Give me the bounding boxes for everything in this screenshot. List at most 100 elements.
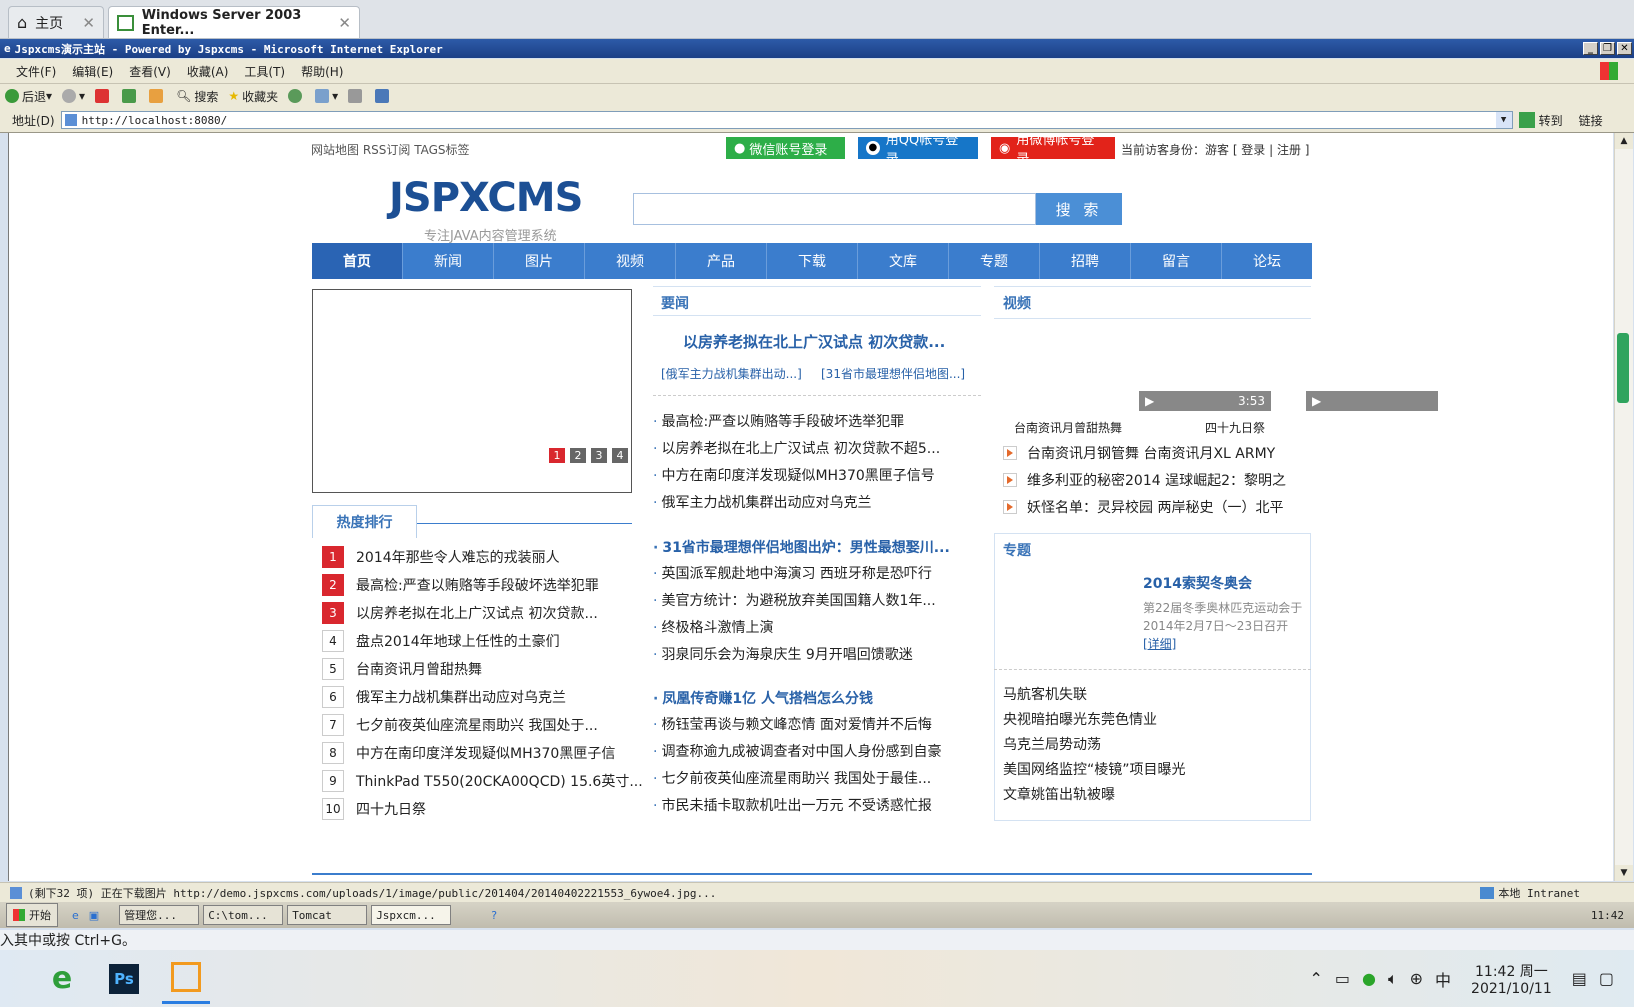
edge-app-icon[interactable]: e (38, 955, 86, 1003)
home-button[interactable] (144, 89, 171, 103)
wechat-login-button[interactable]: ● 微信账号登录 (726, 137, 845, 159)
nav-item-library[interactable]: 文库 (858, 243, 949, 279)
start-button[interactable]: 开始 (6, 903, 58, 927)
news-item[interactable]: 以房养老拟在北上广汉试点 初次贷款不超5... (653, 438, 940, 458)
video-player-bar[interactable]: ▶ 3:53 (1139, 391, 1271, 411)
host-tab-home[interactable]: ⌂ 主页 ✕ (8, 6, 104, 38)
special-link[interactable]: 文章姚笛出轨被曝 (1003, 784, 1115, 804)
nav-item-images[interactable]: 图片 (494, 243, 585, 279)
close-window-button[interactable]: ✕ (1617, 42, 1632, 55)
clock[interactable]: 11:42 周一 2021/10/11 (1471, 961, 1552, 997)
stop-button[interactable] (90, 89, 117, 103)
video-list-item[interactable]: 台南资讯月钢管舞 台南资讯月XL ARMY (1003, 443, 1275, 463)
special-link[interactable]: 美国网络监控“棱镜”项目曝光 (1003, 759, 1186, 779)
qq-login-button[interactable]: ● 用QQ帐号登录 (858, 133, 978, 167)
nav-item-messages[interactable]: 留言 (1131, 243, 1222, 279)
rank-row[interactable]: 4 盘点2014年地球上任性的土豪们 (322, 629, 560, 653)
taskbar-item[interactable]: Tomcat (287, 905, 368, 925)
taskbar-item[interactable]: C:\tom... (203, 905, 284, 925)
ime-indicator[interactable]: 中 (1435, 967, 1451, 991)
vertical-scrollbar[interactable]: ▲ ▼ (1614, 133, 1633, 881)
nav-item-news[interactable]: 新闻 (403, 243, 494, 279)
refresh-button[interactable] (117, 89, 144, 103)
rank-row[interactable]: 3 以房养老拟在北上广汉试点 初次贷款... (322, 601, 598, 625)
special-link[interactable]: 马航客机失联 (1003, 684, 1087, 704)
news-sub-link[interactable]: [俄军主力战机集群出动...] (661, 365, 802, 382)
slider-dot[interactable]: 4 (612, 448, 628, 463)
news-item[interactable]: 市民未插卡取款机吐出一万元 不受诱惑忙报 (653, 795, 931, 815)
nav-item-download[interactable]: 下载 (767, 243, 858, 279)
scroll-thumb[interactable] (1617, 333, 1629, 403)
volume-icon[interactable]: 🔈︎ (1388, 969, 1398, 989)
news-headline[interactable]: 以房养老拟在北上广汉试点 初次贷款... (683, 331, 945, 352)
news-item[interactable]: 七夕前夜英仙座流星雨助兴 我国处于最佳... (653, 768, 931, 788)
nav-item-home[interactable]: 首页 (312, 243, 403, 279)
taskbar-item[interactable]: 管理您... (119, 905, 200, 925)
play-icon[interactable]: ▶ (1312, 394, 1321, 408)
rank-row[interactable]: 10 四十九日祭 (322, 797, 426, 821)
print-button[interactable] (343, 89, 370, 103)
news-item[interactable]: 调查称逾九成被调查者对中国人身份感到自豪 (653, 741, 941, 761)
play-icon[interactable]: ▶ (1145, 394, 1154, 408)
restore-button[interactable]: ❐ (1600, 42, 1615, 55)
mail-button[interactable]: ▾ (310, 89, 343, 103)
desktop-quicklaunch-icon[interactable]: ▣ (89, 909, 99, 922)
links-button[interactable]: 链接 (1579, 112, 1603, 129)
go-button[interactable]: 转到 (1518, 112, 1563, 129)
news-item[interactable]: 俄军主力战机集群出动应对乌克兰 (653, 492, 871, 512)
network-icon[interactable]: ⊕ (1410, 969, 1423, 988)
security-icon[interactable]: ● (1362, 969, 1376, 988)
special-link[interactable]: 央视暗拍曝光东莞色情业 (1003, 709, 1157, 729)
menu-view[interactable]: 查看(V) (121, 63, 179, 80)
scroll-up-icon[interactable]: ▲ (1615, 133, 1633, 149)
video-caption[interactable]: 四十九日祭 (1205, 419, 1265, 436)
news-item[interactable]: 美官方统计：为避税放弃美国国籍人数1年... (653, 590, 935, 610)
site-logo[interactable]: JSPXCMS (389, 175, 583, 221)
rank-row[interactable]: 5 台南资讯月曾甜热舞 (322, 657, 482, 681)
scroll-down-icon[interactable]: ▼ (1615, 865, 1633, 881)
special-headline[interactable]: 2014索契冬奥会 (1143, 573, 1252, 593)
search-button[interactable]: 🔍︎ 搜索 (171, 88, 223, 105)
notes-icon[interactable]: ▤ (1572, 969, 1587, 988)
vmware-app-icon[interactable] (162, 953, 210, 1004)
slider-dot[interactable]: 3 (591, 448, 607, 463)
rank-row[interactable]: 6 俄军主力战机集群出动应对乌克兰 (322, 685, 566, 709)
news-item[interactable]: 终极格斗激情上演 (653, 617, 773, 637)
site-search-input[interactable] (633, 193, 1036, 225)
site-search-button[interactable]: 搜 索 (1036, 193, 1122, 225)
news-headline[interactable]: 凤凰传奇赚1亿 人气搭档怎么分钱 (653, 688, 873, 708)
video-player-bar[interactable]: ▶ (1306, 391, 1438, 411)
menu-help[interactable]: 帮助(H) (293, 63, 351, 80)
address-input[interactable]: http://localhost:8080/ ▼ (60, 111, 1513, 129)
nav-item-special[interactable]: 专题 (949, 243, 1040, 279)
news-sub-link[interactable]: [31省市最理想伴侣地图...] (821, 365, 965, 382)
news-item[interactable]: 英国派军舰赴地中海演习 西班牙称是恐吓行 (653, 563, 931, 583)
rank-row[interactable]: 2 最高检:严查以贿赂等手段破坏选举犯罪 (322, 573, 599, 597)
nav-item-forum[interactable]: 论坛 (1222, 243, 1312, 279)
menu-tools[interactable]: 工具(T) (236, 63, 293, 80)
close-icon[interactable]: ✕ (338, 14, 351, 32)
video-list-item[interactable]: 维多利亚的秘密2014 逞球崛起2：黎明之 (1003, 470, 1286, 490)
rank-row[interactable]: 9 ThinkPad T550(20CKA00QCD) 15.6英寸... (322, 769, 643, 793)
special-more-link[interactable]: [详细] (1143, 635, 1176, 652)
news-item[interactable]: 中方在南印度洋发现疑似MH370黑匣子信号 (653, 465, 934, 485)
photoshop-app-icon[interactable]: Ps (100, 955, 148, 1003)
taskbar-item[interactable]: Jspxcm... (371, 905, 452, 925)
dropdown-arrow-icon[interactable]: ▼ (1495, 112, 1512, 128)
weibo-login-button[interactable]: ◉ 用微博帐号登录 (991, 133, 1115, 167)
battery-icon[interactable]: ▭ (1335, 969, 1350, 988)
notification-icon[interactable]: ▢ (1599, 969, 1614, 988)
slider-dot[interactable]: 2 (570, 448, 586, 463)
nav-item-products[interactable]: 产品 (676, 243, 767, 279)
help-icon[interactable]: ? (491, 909, 497, 922)
favorites-button[interactable]: ★ 收藏夹 (223, 88, 283, 105)
history-button[interactable] (283, 89, 310, 103)
host-tab-vm[interactable]: Windows Server 2003 Enter... ✕ (108, 6, 360, 38)
forward-button[interactable]: ▾ (57, 89, 90, 103)
chevron-up-icon[interactable]: ⌃ (1310, 969, 1323, 988)
news-item[interactable]: 最高检:严查以贿赂等手段破坏选举犯罪 (653, 411, 904, 431)
menu-file[interactable]: 文件(F) (8, 63, 64, 80)
edit-button[interactable] (370, 89, 397, 103)
rank-row[interactable]: 7 七夕前夜英仙座流星雨助兴 我国处于... (322, 713, 598, 737)
news-item[interactable]: 杨钰莹再谈与赖文峰恋情 面对爱情并不后悔 (653, 714, 931, 734)
